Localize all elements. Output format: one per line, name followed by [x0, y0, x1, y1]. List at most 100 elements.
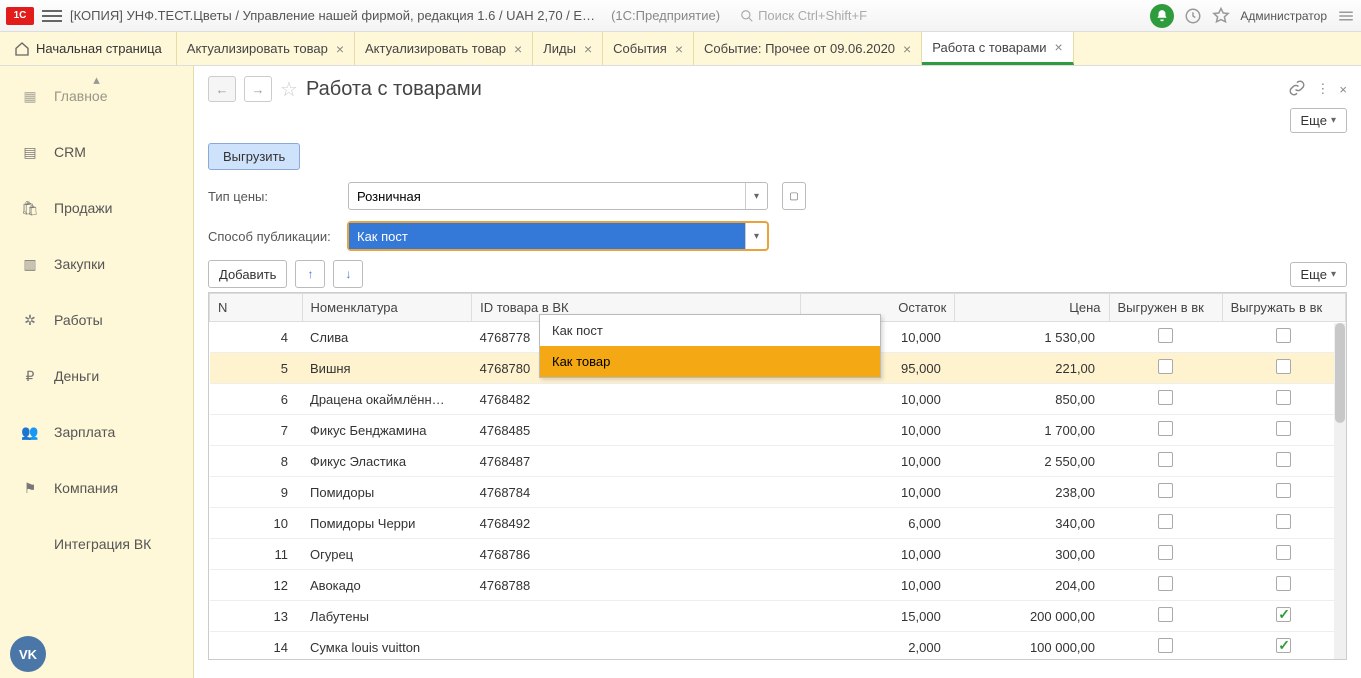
sidebar-item-salary[interactable]: 👥 Зарплата — [0, 404, 193, 460]
cell-uploaded[interactable] — [1109, 539, 1222, 570]
home-tab[interactable]: Начальная страница — [0, 32, 177, 65]
sidebar-item-money[interactable]: ₽ Деньги — [0, 348, 193, 404]
cell-export[interactable] — [1222, 508, 1345, 539]
nav-back-button[interactable]: ← — [208, 76, 236, 102]
checkbox[interactable] — [1158, 638, 1173, 653]
cell-uploaded[interactable] — [1109, 322, 1222, 353]
table-row[interactable]: 14Сумка louis vuitton2,000100 000,00 — [210, 632, 1346, 661]
checkbox[interactable] — [1158, 576, 1173, 591]
col-n[interactable]: N — [210, 294, 303, 322]
move-down-button[interactable]: ↓ — [333, 260, 363, 288]
checkbox[interactable] — [1276, 607, 1291, 622]
open-button[interactable]: ▢ — [782, 182, 806, 210]
checkbox[interactable] — [1158, 607, 1173, 622]
checkbox[interactable] — [1158, 483, 1173, 498]
checkbox[interactable] — [1158, 545, 1173, 560]
tab-3[interactable]: События× — [603, 32, 694, 65]
checkbox[interactable] — [1276, 483, 1291, 498]
cell-export[interactable] — [1222, 353, 1345, 384]
more-button-top[interactable]: Еще — [1290, 108, 1347, 133]
cell-export[interactable] — [1222, 415, 1345, 446]
table-row[interactable]: 9Помидоры476878410,000238,00 — [210, 477, 1346, 508]
cell-export[interactable] — [1222, 601, 1345, 632]
checkbox[interactable] — [1158, 452, 1173, 467]
checkbox[interactable] — [1158, 514, 1173, 529]
cell-uploaded[interactable] — [1109, 446, 1222, 477]
notifications-button[interactable] — [1150, 4, 1174, 28]
export-button[interactable]: Выгрузить — [208, 143, 300, 170]
sidebar-item-sales[interactable]: 🛍 Продажи — [0, 180, 193, 236]
sidebar-collapse[interactable]: ▴ — [0, 72, 193, 86]
col-price[interactable]: Цена — [955, 294, 1109, 322]
col-export[interactable]: Выгружать в вк — [1222, 294, 1345, 322]
price-type-input[interactable] — [349, 183, 745, 209]
close-icon[interactable]: × — [1339, 82, 1347, 97]
scroll-thumb[interactable] — [1335, 323, 1345, 423]
cell-export[interactable] — [1222, 539, 1345, 570]
scrollbar[interactable] — [1334, 323, 1346, 659]
vk-badge[interactable]: VK — [10, 636, 46, 672]
history-icon[interactable] — [1184, 7, 1202, 25]
star-icon[interactable] — [1212, 7, 1230, 25]
menu-lines-icon[interactable] — [1337, 7, 1355, 25]
tab-5[interactable]: Работа с товарами× — [922, 32, 1074, 65]
tab-0[interactable]: Актуализировать товар× — [177, 32, 355, 65]
cell-uploaded[interactable] — [1109, 415, 1222, 446]
close-icon[interactable]: × — [903, 41, 911, 57]
more-button-table[interactable]: Еще — [1290, 262, 1347, 287]
price-type-combo[interactable]: ▾ — [348, 182, 768, 210]
checkbox[interactable] — [1276, 390, 1291, 405]
sidebar-item-works[interactable]: ✲ Работы — [0, 292, 193, 348]
close-icon[interactable]: × — [1055, 39, 1063, 55]
close-icon[interactable]: × — [675, 41, 683, 57]
publication-combo[interactable]: ▾ — [348, 222, 768, 250]
close-icon[interactable]: × — [336, 41, 344, 57]
cell-uploaded[interactable] — [1109, 508, 1222, 539]
table-row[interactable]: 13Лабутены15,000200 000,00 — [210, 601, 1346, 632]
chevron-down-icon[interactable]: ▾ — [745, 183, 767, 209]
dropdown-item-post[interactable]: Как пост — [540, 315, 880, 346]
checkbox[interactable] — [1158, 421, 1173, 436]
close-icon[interactable]: × — [584, 41, 592, 57]
tab-2[interactable]: Лиды× — [533, 32, 603, 65]
add-button[interactable]: Добавить — [208, 260, 287, 288]
table-row[interactable]: 6Драцена окаймлённ…476848210,000850,00 — [210, 384, 1346, 415]
publication-input[interactable] — [349, 223, 745, 249]
checkbox[interactable] — [1276, 576, 1291, 591]
cell-uploaded[interactable] — [1109, 477, 1222, 508]
tab-1[interactable]: Актуализировать товар× — [355, 32, 533, 65]
checkbox[interactable] — [1276, 328, 1291, 343]
sidebar-item-vk[interactable]: Интеграция ВК — [0, 516, 193, 572]
cell-uploaded[interactable] — [1109, 632, 1222, 661]
col-uploaded[interactable]: Выгружен в вк — [1109, 294, 1222, 322]
chevron-down-icon[interactable]: ▾ — [745, 223, 767, 249]
user-label[interactable]: Администратор — [1240, 9, 1327, 23]
kebab-icon[interactable]: ⋮ — [1316, 81, 1329, 97]
cell-export[interactable] — [1222, 384, 1345, 415]
cell-export[interactable] — [1222, 477, 1345, 508]
checkbox[interactable] — [1276, 545, 1291, 560]
move-up-button[interactable]: ↑ — [295, 260, 325, 288]
close-icon[interactable]: × — [514, 41, 522, 57]
table-row[interactable]: 11Огурец476878610,000300,00 — [210, 539, 1346, 570]
table-row[interactable]: 8Фикус Эластика476848710,0002 550,00 — [210, 446, 1346, 477]
checkbox[interactable] — [1158, 390, 1173, 405]
cell-export[interactable] — [1222, 446, 1345, 477]
cell-uploaded[interactable] — [1109, 353, 1222, 384]
favorite-star-icon[interactable]: ☆ — [280, 77, 298, 102]
checkbox[interactable] — [1158, 328, 1173, 343]
table-row[interactable]: 12Авокадо476878810,000204,00 — [210, 570, 1346, 601]
search-top[interactable]: Поиск Ctrl+Shift+F — [740, 8, 1142, 23]
dropdown-item-product[interactable]: Как товар — [540, 346, 880, 377]
tab-4[interactable]: Событие: Прочее от 09.06.2020× — [694, 32, 922, 65]
table-row[interactable]: 7Фикус Бенджамина476848510,0001 700,00 — [210, 415, 1346, 446]
cell-export[interactable] — [1222, 322, 1345, 353]
nav-forward-button[interactable]: → — [244, 76, 272, 102]
sidebar-item-main[interactable]: ▦ Главное — [0, 86, 193, 124]
checkbox[interactable] — [1276, 638, 1291, 653]
sidebar-item-crm[interactable]: ▤ CRM — [0, 124, 193, 180]
sidebar-item-company[interactable]: ⚑ Компания — [0, 460, 193, 516]
checkbox[interactable] — [1276, 452, 1291, 467]
checkbox[interactable] — [1276, 514, 1291, 529]
cell-export[interactable] — [1222, 570, 1345, 601]
